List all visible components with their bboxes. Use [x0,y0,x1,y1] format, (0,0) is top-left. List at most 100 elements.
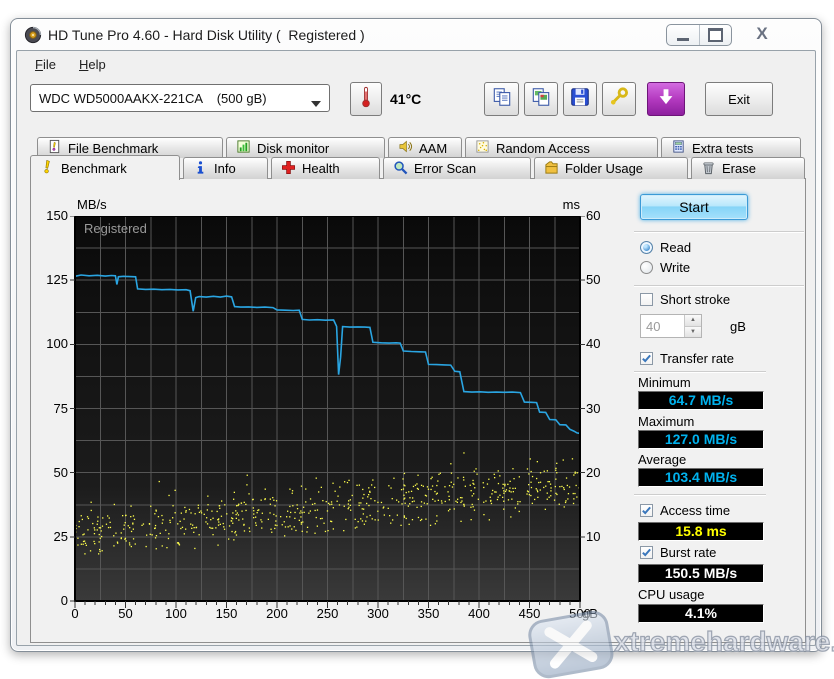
read-radio-row: Read [640,240,691,255]
download-icon [655,86,677,113]
temperature-button[interactable] [350,82,382,116]
save-icon [569,86,591,113]
access-time-value: 15.8 ms [638,522,764,541]
stepper-up-button[interactable]: ▲ [685,315,701,326]
drive-selector[interactable]: WDC WD5000AAKX-221CA (500 gB) [30,84,330,112]
tab-disk-monitor[interactable]: Disk monitor [226,137,385,158]
menu-item-help[interactable]: Help [74,55,111,75]
extra-tests-icon [671,139,686,157]
short-stroke-label: Short stroke [660,292,731,307]
x-axis-tick-label: 150 [215,606,238,621]
minimize-button[interactable] [667,25,699,45]
start-label: Start [679,199,709,215]
tab-erase[interactable]: Erase [691,157,805,179]
exit-button[interactable]: Exit [705,82,773,116]
transfer-rate-checkbox[interactable] [640,352,653,365]
copy-button[interactable] [484,82,519,116]
random-access-icon [475,139,490,157]
short-stroke-checkbox[interactable] [640,293,653,306]
chart-plot [70,216,585,608]
burst-rate-checkbox[interactable] [640,546,653,559]
transfer-rate-label: Transfer rate [660,351,734,366]
minimum-value: 64.7 MB/s [638,391,764,410]
left-axis-tick-label: 50 [53,464,68,480]
tab-folder-usage[interactable]: Folder Usage [534,157,688,179]
short-stroke-unit: gB [730,319,746,334]
tab-label: File Benchmark [68,140,159,156]
health-icon [281,160,296,178]
access-time-label: Access time [660,503,731,518]
menu-item-file[interactable]: File [30,55,61,75]
tab-info[interactable]: Info [183,157,268,179]
write-radio[interactable] [640,261,653,274]
left-axis-tick-label: 75 [53,400,68,416]
tab-error-scan[interactable]: Error Scan [383,157,531,179]
cpu-usage-label: CPU usage [638,587,705,602]
burst-rate-label: Burst rate [660,545,717,560]
separator [634,371,766,373]
transfer-rate-row: Transfer rate [640,351,734,366]
x-axis-tick-label: 250 [316,606,339,621]
right-axis-title: ms [562,197,580,212]
access-time-checkbox[interactable] [640,504,653,517]
tab-label: Info [214,161,236,176]
tab-health[interactable]: Health [271,157,380,179]
left-axis-tick-label: 25 [53,528,68,544]
minimum-label: Minimum [638,375,691,390]
copy-image-button[interactable] [524,82,558,116]
close-icon: X [756,24,768,43]
tab-extra-tests[interactable]: Extra tests [661,137,801,158]
x-axis-tick-label: 50 [118,606,133,621]
tab-label: Extra tests [692,140,754,156]
options-button[interactable] [602,82,636,116]
tab-benchmark[interactable]: Benchmark [30,155,180,180]
separator [634,285,804,287]
read-label: Read [660,240,692,255]
desktop: HD Tune Pro 4.60 - Hard Disk Utility ( R… [0,0,834,679]
erase-icon [701,160,716,178]
maximize-button[interactable] [698,25,732,45]
copy-icon [491,86,513,113]
tab-label: Erase [722,161,756,176]
tab-label: Benchmark [61,160,127,176]
write-radio-row: Write [640,260,690,275]
x-axis-tick-label: 200 [266,606,288,621]
stepper-buttons: ▲ ▼ [684,315,701,337]
left-axis-tick-label: 150 [46,208,68,223]
short-stroke-size-stepper[interactable]: 40 ▲ ▼ [640,314,702,338]
tab-aam[interactable]: AAM [388,137,462,158]
x-axis-tick-label: 100 [165,606,187,621]
x-axis-tick-label: 400 [468,606,490,621]
right-axis-tick-label: 10 [586,528,601,544]
x-axis-tick-label: 300 [367,606,389,621]
separator [634,231,804,233]
start-button[interactable]: Start [640,194,748,220]
chart-watermark: Registered [84,221,147,236]
read-radio[interactable] [640,241,653,254]
benchmark-icon [40,159,55,177]
short-stroke-row: Short stroke [640,292,730,307]
download-button[interactable] [647,82,685,116]
tab-label: Random Access [496,140,590,156]
left-axis-tick-label: 100 [46,336,68,352]
cpu-usage-value: 4.1% [638,604,764,623]
temperature-value: 41°C [390,91,422,107]
right-axis-tick-label: 60 [586,208,601,223]
app-icon [24,26,42,44]
tab-label: Error Scan [414,161,477,176]
error-scan-icon [393,160,408,178]
info-icon [193,160,208,178]
separator [634,494,766,496]
burst-rate-row: Burst rate [640,545,716,560]
tab-random-access[interactable]: Random Access [465,137,658,158]
folder-usage-icon [544,160,559,178]
close-button[interactable]: X [744,22,780,46]
left-axis-title: MB/s [77,197,107,212]
maximum-label: Maximum [638,414,695,429]
tab-label: Disk monitor [257,140,330,156]
tab-label: Folder Usage [565,161,644,176]
average-label: Average [638,452,687,467]
stepper-down-button[interactable]: ▼ [685,325,701,337]
save-button[interactable] [563,82,597,116]
x-axis-tick-label: 0 [71,606,79,621]
